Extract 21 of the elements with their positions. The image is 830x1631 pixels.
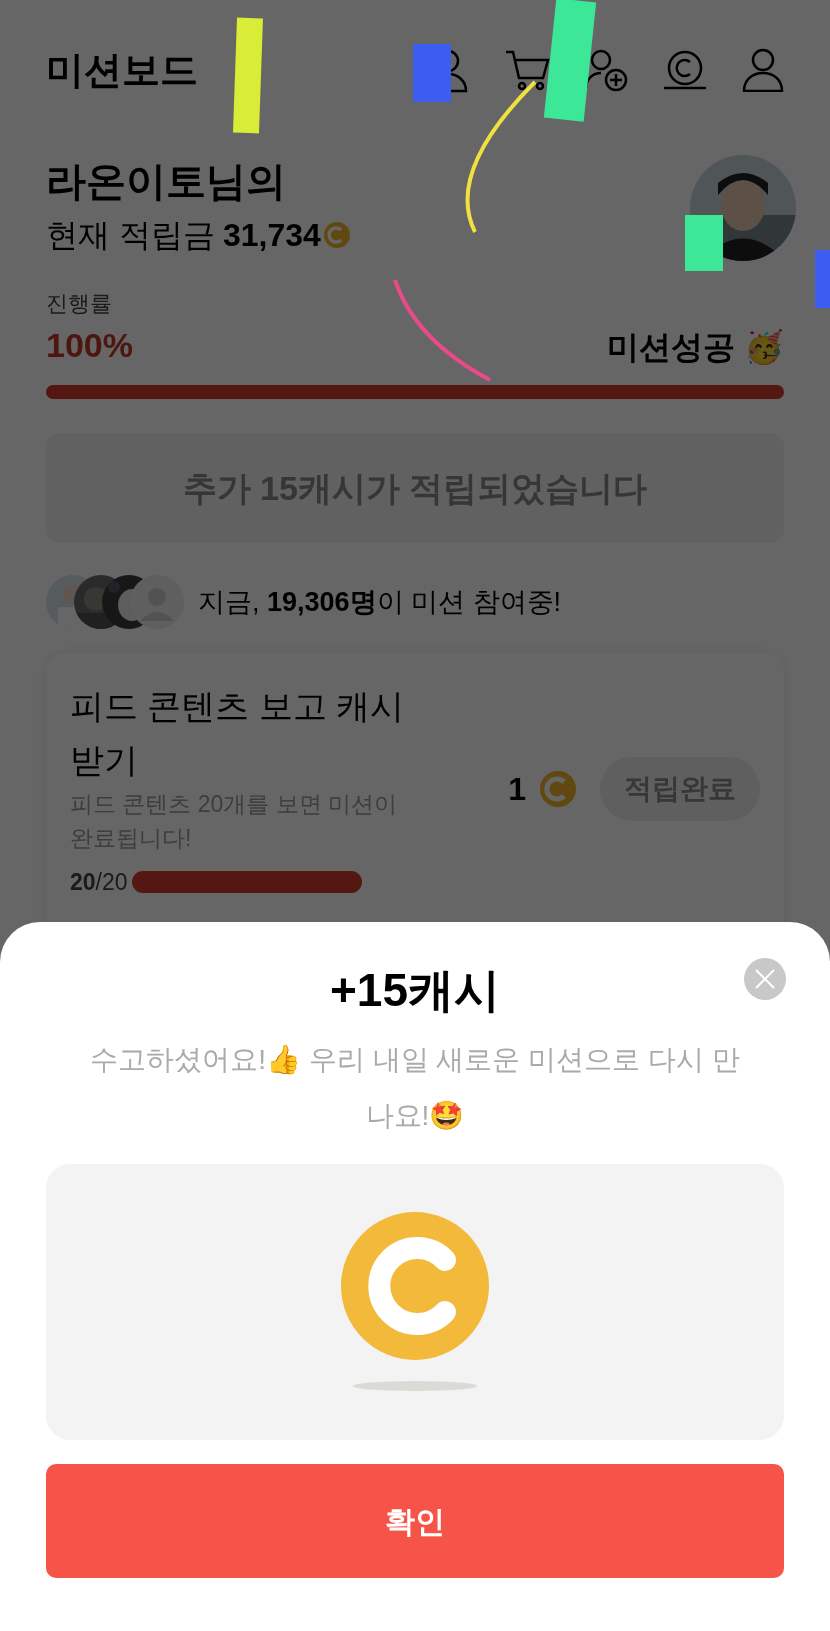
participants-text: 지금, 19,306명이 미션 참여중! [198,585,562,619]
balance-value: 31,734 [222,216,321,255]
progress-label: 진행률 [46,290,113,318]
user-name: 라온이토님의 [46,158,287,205]
coin-icon [322,221,351,249]
mission-count: 20/20 [70,868,128,897]
confirm-button[interactable]: 확인 [46,1464,784,1578]
profile-icon[interactable] [742,48,784,92]
sheet-message: 수고하셨어요!👍 우리 내일 새로운 미션으로 다시 만나요!🤩 [90,1043,740,1133]
coin-icon [538,769,578,810]
close-icon [755,969,775,989]
mission-title: 피드 콘텐츠 보고 캐시 받기 [70,686,406,781]
page-title: 미션보드 [46,47,198,93]
cart-icon[interactable] [504,49,550,91]
reward-amount: 1 [508,770,526,810]
coin-icon[interactable] [662,50,708,90]
progress-value: 100% [46,325,133,366]
balance-label: 현재 적립금 [46,216,215,255]
avatar-icon [130,575,184,629]
sheet-title: +15캐시 [329,963,501,1018]
mission-status: 미션성공 🥳 [607,328,784,367]
